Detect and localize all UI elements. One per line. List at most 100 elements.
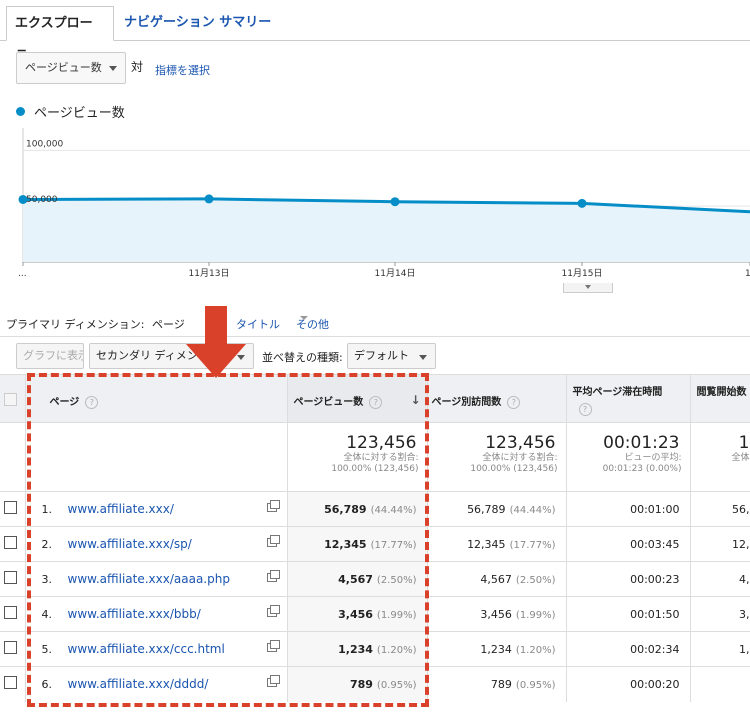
row-page-cell: 2. www.affiliate.xxx/sp/ bbox=[25, 526, 288, 562]
table-row: 5. www.affiliate.xxx/ccc.html 1,234 (1.20%… bbox=[0, 631, 750, 667]
avg-time-value: 00:01:00 bbox=[630, 502, 680, 516]
dimension-page: ページ bbox=[152, 318, 185, 331]
unique-value: 789 bbox=[490, 677, 512, 691]
chart-legend[interactable]: ページビュー数 bbox=[16, 102, 125, 121]
row-number: 4. bbox=[41, 608, 53, 621]
vs-label: 対 bbox=[131, 60, 144, 74]
external-link-icon[interactable] bbox=[266, 675, 280, 688]
total-unique-percent: 100.00% (123,456) bbox=[470, 464, 558, 474]
pageviews-percent: (1.20%) bbox=[376, 644, 417, 656]
chart-area bbox=[23, 198, 750, 262]
report-tabs: エクスプローラ ナビゲーション サマリー bbox=[0, 0, 750, 64]
row-checkbox[interactable] bbox=[4, 606, 17, 619]
row-page-cell: 5. www.affiliate.xxx/ccc.html bbox=[25, 631, 288, 667]
help-icon[interactable]: ? bbox=[578, 403, 592, 416]
unique-percent: (0.95%) bbox=[515, 679, 556, 691]
total-pageviews-percent: 100.00% (123,456) bbox=[331, 464, 419, 474]
total-avg-time-percent: 00:01:23 (0.00%) bbox=[602, 464, 682, 474]
sort-type-dropdown[interactable]: デフォルト bbox=[347, 343, 436, 369]
chart-x-tick-label: 11月14日 bbox=[375, 268, 416, 279]
chart-point[interactable] bbox=[390, 197, 400, 207]
table-row: 2. www.affiliate.xxx/sp/ 12,345 (17.77%) 1… bbox=[0, 526, 750, 562]
row-avg-time-cell: 00:02:34 bbox=[566, 631, 691, 667]
metric-dropdown[interactable]: ページビュー数 bbox=[16, 52, 126, 84]
row-number: 3. bbox=[41, 573, 53, 586]
pageviews-percent: (0.95%) bbox=[376, 679, 417, 691]
tab-explorer[interactable]: エクスプローラ bbox=[6, 6, 114, 64]
row-entrances-cell: 56, bbox=[690, 491, 750, 527]
chart-resize-handle[interactable] bbox=[563, 283, 613, 293]
header-page[interactable]: ページ? bbox=[25, 374, 288, 423]
header-pageviews[interactable]: ページビュー数? ↓ bbox=[287, 374, 428, 423]
row-checkbox-cell bbox=[0, 631, 26, 667]
row-checkbox[interactable] bbox=[4, 571, 17, 584]
table-row: 6. www.affiliate.xxx/dddd/ 789 (0.95%) 789… bbox=[0, 666, 750, 702]
header-unique-label: ページ別訪問数 bbox=[431, 397, 502, 408]
totals-row: 123,456 全体に対する割合: 100.00% (123,456) 123,… bbox=[0, 422, 750, 492]
row-checkbox[interactable] bbox=[4, 676, 17, 690]
totals-cb-cell bbox=[0, 422, 26, 492]
chevron-down-icon bbox=[585, 285, 591, 289]
row-pageviews-cell: 789 (0.95%) bbox=[287, 666, 428, 702]
row-unique-cell: 56,789 (44.44%) bbox=[427, 491, 567, 527]
row-number: 6. bbox=[41, 678, 53, 692]
total-unique-caption: 全体に対する割合: bbox=[482, 453, 558, 463]
row-checkbox[interactable] bbox=[4, 641, 17, 654]
header-entrances-label: 閲覧開始数 bbox=[696, 387, 747, 398]
pageviews-value: 789 bbox=[349, 677, 373, 691]
sort-descending-icon: ↓ bbox=[410, 393, 421, 407]
plot-rows-button[interactable]: グラフに表示 bbox=[16, 343, 84, 369]
row-avg-time-cell: 00:01:50 bbox=[566, 596, 691, 632]
choose-metric-link[interactable]: 指標を選択 bbox=[155, 62, 210, 78]
page-link[interactable]: www.affiliate.xxx/ccc.html bbox=[68, 642, 225, 656]
external-link-icon[interactable] bbox=[266, 500, 280, 512]
help-icon[interactable]: ? bbox=[507, 396, 521, 409]
unique-percent: (2.50%) bbox=[515, 574, 556, 586]
avg-time-value: 00:02:34 bbox=[630, 642, 680, 656]
primary-dimension-label: プライマリ ディメンション: bbox=[6, 318, 145, 331]
unique-percent: (44.44%) bbox=[509, 504, 556, 516]
external-link-icon[interactable] bbox=[266, 570, 280, 582]
row-page-cell: 1. www.affiliate.xxx/ bbox=[25, 491, 288, 527]
external-link-icon[interactable] bbox=[266, 535, 280, 547]
chart-point[interactable] bbox=[204, 194, 214, 204]
row-checkbox-cell bbox=[0, 596, 26, 632]
unique-value: 12,345 bbox=[467, 537, 506, 551]
totals-pageviews: 123,456 全体に対する割合: 100.00% (123,456) bbox=[287, 422, 428, 492]
row-avg-time-cell: 00:01:00 bbox=[566, 491, 691, 527]
help-icon[interactable]: ? bbox=[85, 396, 99, 409]
header-page-label: ページ bbox=[49, 397, 80, 408]
row-page-cell: 3. www.affiliate.xxx/aaaa.php bbox=[25, 561, 288, 597]
page-link[interactable]: www.affiliate.xxx/bbb/ bbox=[68, 607, 201, 621]
page-link[interactable]: www.affiliate.xxx/ bbox=[68, 502, 174, 516]
page-link[interactable]: www.affiliate.xxx/dddd/ bbox=[68, 677, 209, 691]
external-link-icon[interactable] bbox=[266, 640, 280, 652]
pageviews-value: 56,789 bbox=[324, 502, 367, 516]
row-entrances-cell: 1, bbox=[690, 631, 750, 667]
data-table: ページ? ページビュー数? ↓ ページ別訪問数? 平均ページ滞在時間? 閲覧開始数… bbox=[0, 374, 750, 702]
header-avg-time[interactable]: 平均ページ滞在時間? bbox=[566, 374, 691, 423]
row-checkbox[interactable] bbox=[4, 501, 17, 514]
help-icon[interactable]: ? bbox=[369, 396, 383, 409]
row-number: 5. bbox=[41, 643, 53, 656]
row-avg-time-cell: 00:03:45 bbox=[566, 526, 691, 562]
tab-navigation-summary[interactable]: ナビゲーション サマリー bbox=[116, 6, 279, 41]
pageviews-value: 4,567 bbox=[338, 572, 373, 586]
header-unique-pageviews[interactable]: ページ別訪問数? bbox=[427, 374, 567, 423]
total-pageviews-caption: 全体に対する割合: bbox=[343, 453, 419, 463]
chart-y-tick-label: 100,000 bbox=[26, 139, 63, 149]
total-entrances-caption: 全体 bbox=[731, 453, 750, 463]
select-all-checkbox[interactable] bbox=[4, 393, 17, 406]
row-pageviews-cell: 56,789 (44.44%) bbox=[287, 491, 428, 527]
chart-point[interactable] bbox=[577, 198, 587, 208]
page-link[interactable]: www.affiliate.xxx/sp/ bbox=[68, 537, 192, 551]
entrances-value: 56, bbox=[732, 502, 750, 516]
external-link-icon[interactable] bbox=[266, 605, 280, 617]
page-link[interactable]: www.affiliate.xxx/aaaa.php bbox=[68, 572, 230, 586]
red-down-arrow-icon bbox=[186, 306, 246, 378]
pageviews-percent: (17.77%) bbox=[370, 539, 417, 551]
header-entrances[interactable]: 閲覧開始数 bbox=[690, 374, 750, 423]
chart-x-tick-label: ... bbox=[18, 269, 27, 279]
row-checkbox[interactable] bbox=[4, 536, 17, 549]
chart-x-tick-label: 11月15日 bbox=[562, 268, 603, 279]
